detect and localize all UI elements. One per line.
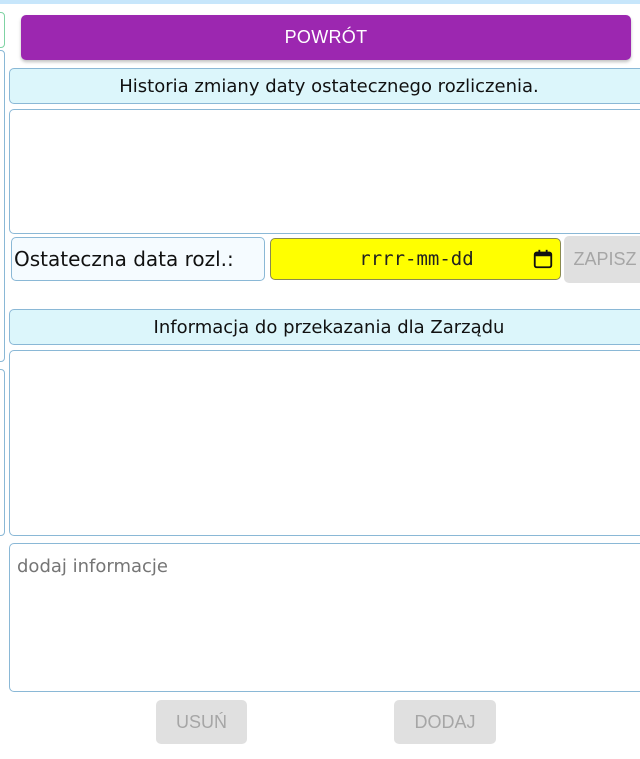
- delete-button[interactable]: USUŃ: [156, 700, 247, 744]
- left-panel-edge: [0, 12, 5, 48]
- left-panel-edge: [0, 369, 5, 536]
- back-button[interactable]: POWRÓT: [21, 15, 631, 60]
- history-header: Historia zmiany daty ostatecznego rozlic…: [9, 68, 640, 104]
- add-info-input[interactable]: dodaj informacje: [9, 543, 640, 692]
- top-bar: [0, 0, 640, 4]
- board-info-panel: [9, 350, 640, 536]
- history-panel: [9, 109, 640, 234]
- calendar-icon[interactable]: [532, 248, 554, 270]
- settlement-date-label: Ostateczna data rozl.:: [11, 237, 265, 281]
- left-panel-edge: [0, 50, 5, 362]
- date-placeholder: rrrr-mm-dd: [359, 248, 474, 270]
- board-info-header: Informacja do przekazania dla Zarządu: [9, 309, 640, 345]
- save-button[interactable]: ZAPISZ: [564, 236, 640, 283]
- add-button[interactable]: DODAJ: [394, 700, 496, 744]
- settlement-date-input[interactable]: rrrr-mm-dd: [270, 238, 561, 280]
